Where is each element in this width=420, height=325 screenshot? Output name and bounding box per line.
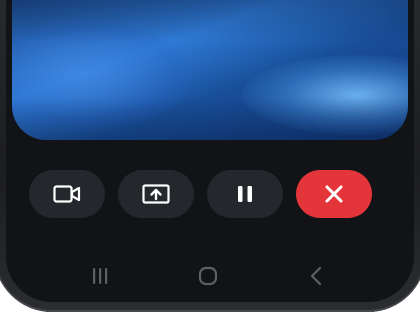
phone-screenshot — [0, 0, 420, 325]
recent-apps-icon — [93, 268, 108, 284]
pause-button[interactable] — [207, 170, 283, 218]
call-controls — [29, 170, 381, 220]
end-call-button[interactable] — [296, 170, 372, 218]
home-button[interactable] — [193, 263, 223, 289]
home-icon — [198, 266, 218, 286]
back-icon — [310, 266, 322, 286]
preview-shade — [12, 0, 408, 140]
navigation-bar — [0, 266, 420, 325]
pause-icon — [238, 186, 252, 202]
screen-share-icon — [142, 184, 170, 204]
video-toggle-button[interactable] — [29, 170, 105, 218]
close-icon — [325, 185, 343, 203]
call-screen — [6, 0, 414, 302]
screen-share-button[interactable] — [118, 170, 194, 218]
video-camera-icon — [53, 185, 81, 203]
recent-apps-button[interactable] — [85, 263, 115, 289]
back-button[interactable] — [301, 263, 331, 289]
phone-bezel — [6, 0, 414, 302]
video-preview — [12, 0, 408, 140]
